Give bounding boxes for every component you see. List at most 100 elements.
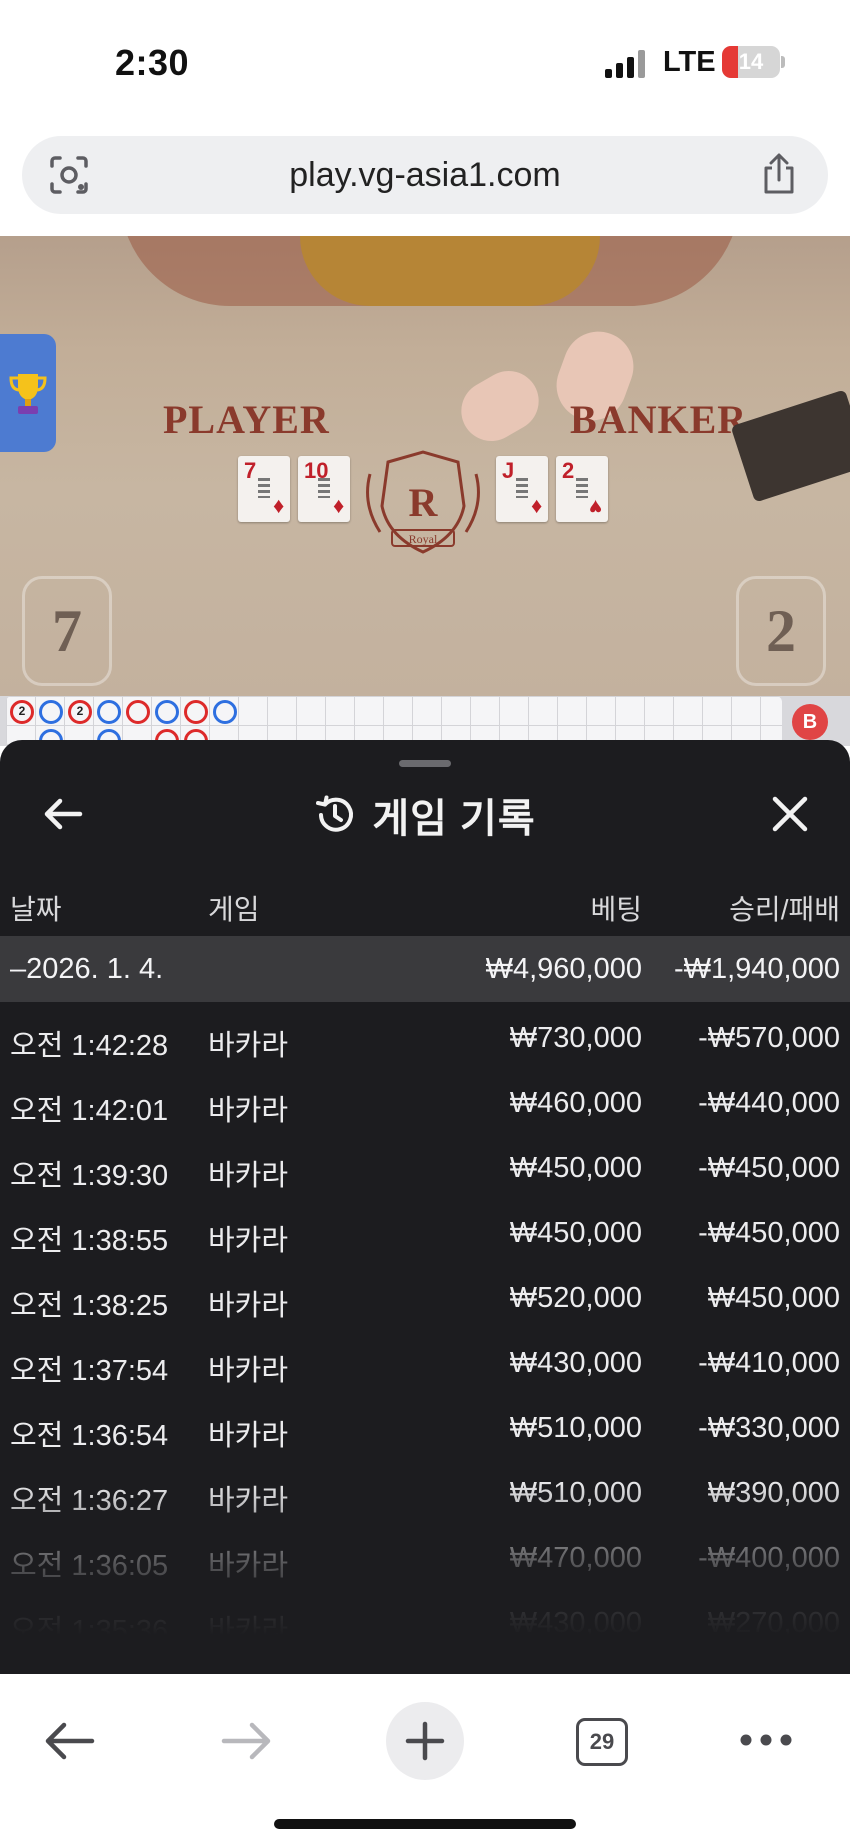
bead-banker: 2 bbox=[10, 700, 34, 724]
date-summary-row[interactable]: –2026. 1. 4. ₩4,960,000 -₩1,940,000 bbox=[0, 936, 850, 1002]
history-row[interactable]: 오전 1:37:54 바카라 ₩430,000 -₩410,000 bbox=[0, 1327, 850, 1392]
row-bet: ₩430,000 bbox=[509, 1347, 642, 1379]
address-bar[interactable]: play.vg-asia1.com bbox=[22, 136, 828, 214]
row-bet: ₩520,000 bbox=[509, 1282, 642, 1314]
new-tab-button[interactable] bbox=[386, 1702, 464, 1780]
roadmap[interactable]: 2 2 B bbox=[0, 696, 850, 753]
bead-road: 2 2 bbox=[6, 696, 782, 753]
column-game: 게임 bbox=[208, 894, 260, 925]
tie-mark: 2 bbox=[18, 704, 26, 718]
card-suit: ♦ bbox=[332, 495, 344, 520]
banker-score: 2 bbox=[736, 576, 826, 686]
url-text[interactable]: play.vg-asia1.com bbox=[22, 156, 828, 195]
sheet-grabber[interactable] bbox=[399, 760, 451, 767]
game-history-sheet: 게임 기록 날짜 게임 베팅 승리/패배 –2026. 1. 4. ₩4,960… bbox=[0, 740, 850, 1674]
sheet-title: 게임 기록 bbox=[372, 797, 536, 841]
back-arrow-icon[interactable] bbox=[42, 1718, 96, 1764]
banker-card-2: 2 ♥ bbox=[556, 456, 608, 522]
browser-toolbar: 29 bbox=[0, 1674, 850, 1843]
history-row[interactable]: 오전 1:38:25 바카라 ₩520,000 ₩450,000 bbox=[0, 1262, 850, 1327]
card-shoe bbox=[730, 389, 850, 503]
row-game: 바카라 bbox=[208, 1355, 289, 1387]
home-indicator bbox=[274, 1819, 576, 1829]
row-time: 오전 1:42:28 bbox=[10, 1030, 169, 1062]
banker-score-value: 2 bbox=[766, 598, 796, 664]
bead-banker: 2 bbox=[68, 700, 92, 724]
row-result: -₩570,000 bbox=[698, 1022, 840, 1054]
card-rank: 2 bbox=[562, 458, 575, 483]
close-icon[interactable] bbox=[766, 790, 814, 838]
bead-player bbox=[97, 700, 121, 724]
row-game: 바카라 bbox=[208, 1420, 289, 1452]
row-bet: ₩730,000 bbox=[509, 1022, 642, 1054]
row-result: -₩410,000 bbox=[698, 1347, 840, 1379]
row-time: 오전 1:42:01 bbox=[10, 1095, 169, 1127]
card-rank: J bbox=[502, 458, 515, 483]
column-date: 날짜 bbox=[10, 894, 62, 925]
row-time: 오전 1:39:30 bbox=[10, 1160, 169, 1192]
row-game: 바카라 bbox=[208, 1030, 289, 1062]
row-game: 바카라 bbox=[208, 1095, 289, 1127]
logo-text: Royal bbox=[409, 532, 438, 546]
history-row[interactable]: 오전 1:39:30 바카라 ₩450,000 -₩450,000 bbox=[0, 1132, 850, 1197]
banker-card-1: J ♦ bbox=[496, 456, 548, 522]
row-result: -₩330,000 bbox=[698, 1412, 840, 1444]
row-result: -₩440,000 bbox=[698, 1087, 840, 1119]
history-row[interactable]: 오전 1:42:01 바카라 ₩460,000 -₩440,000 bbox=[0, 1067, 850, 1132]
history-row[interactable]: 오전 1:36:54 바카라 ₩510,000 -₩330,000 bbox=[0, 1392, 850, 1457]
logo-letter: R bbox=[409, 480, 439, 525]
summary-bet: ₩4,960,000 bbox=[485, 953, 642, 985]
card-suit: ♥ bbox=[588, 495, 602, 520]
player-label: PLAYER bbox=[163, 397, 330, 442]
royal-logo: R Royal bbox=[366, 450, 480, 554]
tie-mark: 2 bbox=[76, 704, 84, 718]
history-row[interactable]: 오전 1:38:55 바카라 ₩450,000 -₩450,000 bbox=[0, 1197, 850, 1262]
bead-banker bbox=[184, 700, 208, 724]
history-row[interactable]: 오전 1:42:28 바카라 ₩730,000 -₩570,000 bbox=[0, 1002, 850, 1067]
battery-tip bbox=[781, 56, 785, 68]
player-score-value: 7 bbox=[52, 598, 82, 664]
banker-badge[interactable]: B bbox=[792, 704, 828, 740]
trophy-side-tab[interactable] bbox=[0, 334, 56, 452]
battery-level: 14 bbox=[738, 49, 764, 74]
status-time: 2:30 bbox=[115, 42, 190, 83]
row-result: -₩450,000 bbox=[698, 1152, 840, 1184]
history-icon bbox=[316, 795, 354, 832]
column-result: 승리/패배 bbox=[729, 894, 840, 925]
card-rank: 7 bbox=[244, 458, 257, 483]
share-icon[interactable] bbox=[758, 152, 800, 196]
banker-label: BANKER bbox=[570, 397, 748, 442]
list-fade bbox=[0, 1480, 850, 1674]
signal-icon bbox=[605, 50, 647, 78]
sheet-header: 게임 기록 bbox=[0, 786, 850, 844]
lens-icon[interactable] bbox=[48, 154, 90, 196]
tab-switcher-button[interactable]: 29 bbox=[576, 1718, 628, 1766]
bead-player bbox=[213, 700, 237, 724]
card-suit: ♦ bbox=[272, 495, 284, 520]
dealer-sleeve bbox=[300, 236, 600, 306]
row-time: 오전 1:38:55 bbox=[10, 1225, 169, 1257]
forward-arrow-icon[interactable] bbox=[220, 1718, 274, 1764]
row-time: 오전 1:36:54 bbox=[10, 1420, 169, 1452]
game-video[interactable]: PLAYER BANKER 7 ♦ 10 ♦ J ♦ 2 ♥ R Royal 7… bbox=[0, 236, 850, 698]
trophy-icon[interactable] bbox=[8, 370, 48, 416]
dealer-left-hand bbox=[450, 360, 550, 452]
more-icon[interactable] bbox=[738, 1732, 794, 1748]
summary-date: –2026. 1. 4. bbox=[10, 953, 164, 985]
player-card-2: 10 ♦ bbox=[298, 456, 350, 522]
bead-player bbox=[155, 700, 179, 724]
network-type: LTE bbox=[663, 46, 716, 78]
battery-icon: 14 bbox=[722, 46, 780, 78]
row-time: 오전 1:37:54 bbox=[10, 1355, 169, 1387]
bead-banker bbox=[126, 700, 150, 724]
status-bar: 2:30 LTE 14 bbox=[0, 0, 850, 130]
row-bet: ₩450,000 bbox=[509, 1217, 642, 1249]
column-bet: 베팅 bbox=[590, 894, 642, 925]
row-bet: ₩510,000 bbox=[509, 1412, 642, 1444]
plus-icon bbox=[405, 1721, 445, 1761]
row-bet: ₩460,000 bbox=[509, 1087, 642, 1119]
row-game: 바카라 bbox=[208, 1290, 289, 1322]
bead-player bbox=[39, 700, 63, 724]
player-score: 7 bbox=[22, 576, 112, 686]
row-game: 바카라 bbox=[208, 1160, 289, 1192]
